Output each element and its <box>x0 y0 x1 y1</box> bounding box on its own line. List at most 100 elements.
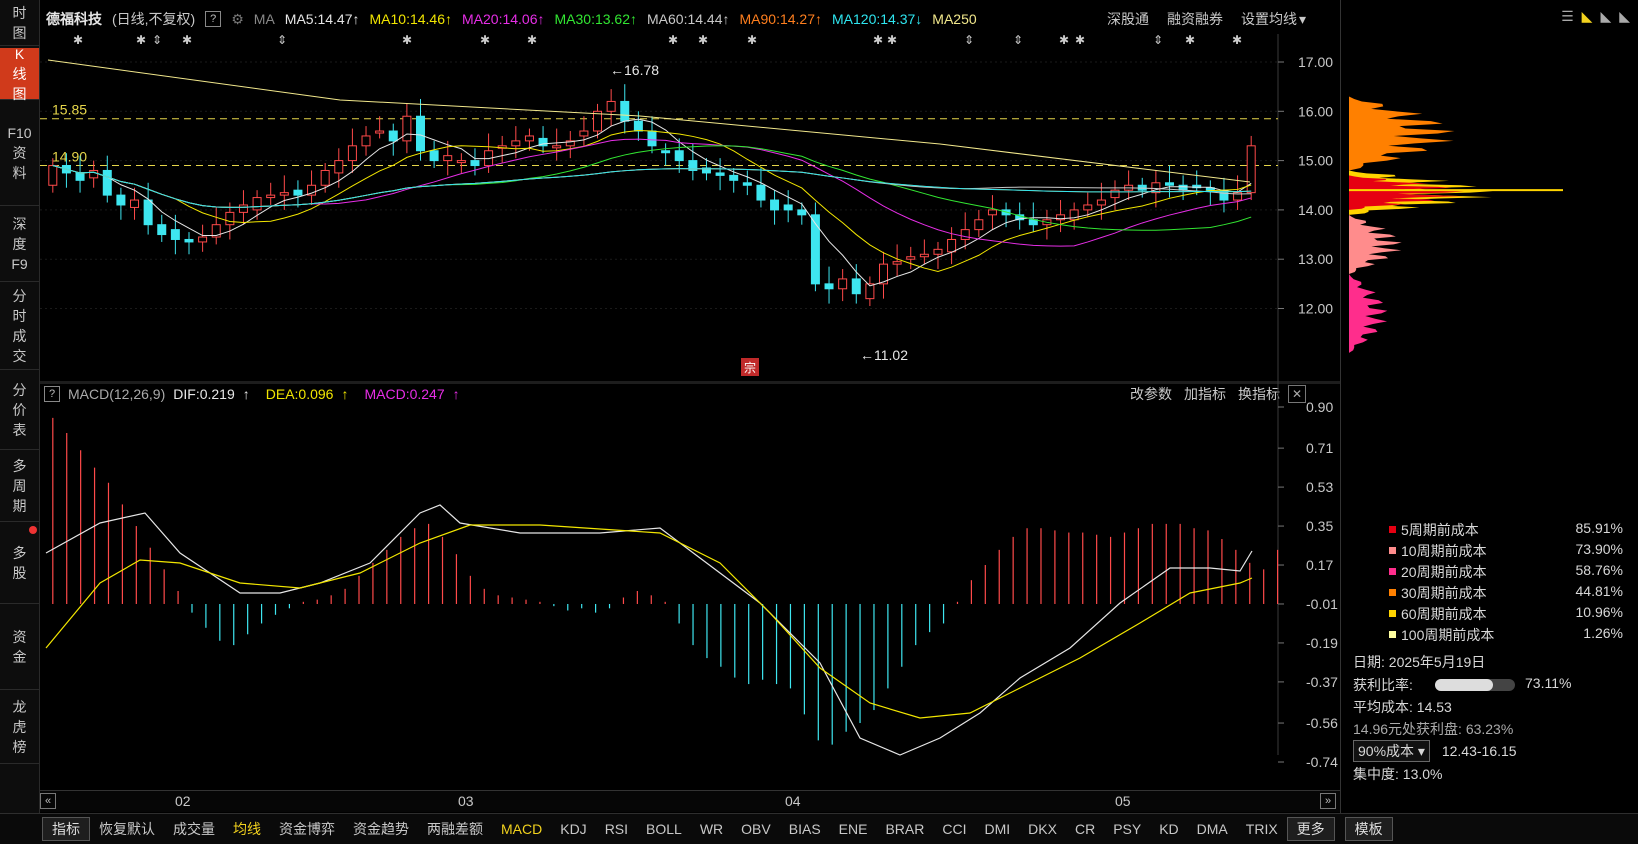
nav-3[interactable]: 深度F9深度F9 <box>0 206 39 282</box>
period-mode: (日线,不复权) <box>112 11 196 27</box>
kline-chart[interactable]: 17.00 16.00 15.00 14.00 13.00 12.00 15.85 14.90… <box>40 34 1340 383</box>
tab-10[interactable]: BOLL <box>637 818 691 840</box>
ma-value: MA90:14.27↑ <box>740 11 823 27</box>
tab-21[interactable]: KD <box>1150 818 1187 840</box>
help-button[interactable]: ? <box>205 11 222 27</box>
star-marker-icon[interactable]: ⇕ <box>1013 34 1023 47</box>
x-label: 03 <box>458 793 474 809</box>
nav-6[interactable]: 多周期多周期 <box>0 450 39 522</box>
updown-marker-icon[interactable]: ✱ <box>402 34 412 47</box>
star-marker-icon[interactable]: ⇕ <box>152 34 162 47</box>
macd-tick-label: 0.17 <box>1306 557 1333 573</box>
candle <box>198 224 208 252</box>
tab-14[interactable]: ENE <box>830 818 877 840</box>
range-value: 12.43-16.15 <box>1441 743 1517 759</box>
tab-2[interactable]: 成交量 <box>164 818 224 840</box>
tab-3[interactable]: 均线 <box>224 818 270 840</box>
tab-6[interactable]: 两融差额 <box>418 818 492 840</box>
tab-15[interactable]: BRAR <box>876 818 933 840</box>
tab-16[interactable]: CCI <box>933 818 975 840</box>
updown-marker-icon[interactable]: ⇕ <box>964 34 974 47</box>
star-marker-icon[interactable]: ✱ <box>873 34 883 47</box>
candle <box>1069 202 1079 230</box>
nav-1[interactable]: K线图K线图 <box>0 46 39 102</box>
star-marker-icon[interactable]: ✱ <box>527 34 537 47</box>
stock-name[interactable]: 德福科技 <box>46 9 102 29</box>
macd-chart[interactable]: 0.90 0.71 0.53 0.35 0.17 -0.01 -0.19 -0.37 -0.56… <box>40 383 1340 789</box>
scroll-left-icon[interactable]: « <box>40 793 56 809</box>
header-link[interactable]: 融资融券 <box>1167 9 1223 29</box>
nav-4[interactable]: 分时成交分时成交 <box>0 282 39 370</box>
list-icon[interactable]: ☰ <box>1561 8 1574 25</box>
tab-8[interactable]: KDJ <box>551 818 595 840</box>
star-marker-icon[interactable]: ✱ <box>480 34 490 47</box>
star-marker-icon[interactable]: ✱ <box>1232 34 1242 47</box>
cost-legend-row: 60周期前成本 10.96% <box>1389 604 1629 624</box>
updown-marker-icon[interactable]: ✱ <box>698 34 708 47</box>
star-marker-icon[interactable]: ✱ <box>73 34 83 47</box>
star-marker-icon[interactable]: ✱ <box>887 34 897 47</box>
tab-25[interactable]: 模板 <box>1344 817 1393 841</box>
arrow-icon: ↑ <box>722 11 730 27</box>
flag-alt-icon[interactable]: ◣ <box>1600 8 1611 25</box>
macd-tick-label: -0.56 <box>1306 715 1338 731</box>
legend-label: 20周期前成本 <box>1401 564 1487 580</box>
candle <box>824 266 834 304</box>
legend-swatch <box>1389 547 1396 554</box>
cost-legend-row: 20周期前成本 58.76% <box>1389 562 1629 582</box>
gear-icon[interactable]: ⚙ <box>231 11 244 28</box>
tab-24[interactable]: 更多 <box>1286 817 1335 841</box>
updown-marker-icon[interactable]: ✱ <box>136 34 146 47</box>
flag-icon[interactable]: ◣ <box>1582 8 1593 25</box>
candle <box>1246 135 1256 201</box>
chevron-down-icon: ▾ <box>1417 743 1425 759</box>
header-link[interactable]: 设置均线 <box>1241 9 1297 29</box>
candle <box>742 170 752 196</box>
tab-22[interactable]: DMA <box>1188 818 1237 840</box>
flag-alt2-icon[interactable]: ◣ <box>1619 8 1630 25</box>
nav-5[interactable]: 分价表分价表 <box>0 370 39 450</box>
tab-20[interactable]: PSY <box>1104 818 1150 840</box>
tab-17[interactable]: DMI <box>975 818 1019 840</box>
star-marker-icon[interactable]: ✱ <box>668 34 678 47</box>
star-marker-icon[interactable]: ✱ <box>1075 34 1085 47</box>
star-marker-icon[interactable]: ✱ <box>182 34 192 47</box>
range-select[interactable]: 90%成本 ▾ <box>1353 740 1430 762</box>
profit-ratio: 获利比率: 73.11% <box>1353 675 1633 695</box>
tab-23[interactable]: TRIX <box>1237 818 1287 840</box>
arrow-icon: ↑ <box>815 11 822 27</box>
cost-legend-row: 5周期前成本 85.91% <box>1389 520 1629 540</box>
nav-0[interactable]: 时图时图 <box>0 0 39 46</box>
tab-1[interactable]: 恢复默认 <box>90 818 164 840</box>
star-marker-icon[interactable]: ⇕ <box>277 34 287 47</box>
ma-value: MA120:14.37↓ <box>832 11 922 27</box>
tab-18[interactable]: DKX <box>1019 818 1066 840</box>
candle <box>715 158 725 191</box>
tab-4[interactable]: 资金博弈 <box>270 818 344 840</box>
tab-9[interactable]: RSI <box>596 818 637 840</box>
tab-19[interactable]: CR <box>1066 818 1104 840</box>
scroll-right-icon[interactable]: » <box>1320 793 1336 809</box>
macd-tick-label: 0.71 <box>1306 440 1333 456</box>
candle <box>361 126 371 156</box>
star-marker-icon[interactable]: ✱ <box>1185 34 1195 47</box>
tab-12[interactable]: OBV <box>732 818 780 840</box>
nav-8[interactable]: 资金资金 <box>0 604 39 690</box>
nav-9[interactable]: 龙虎榜龙虎榜 <box>0 690 39 764</box>
tab-13[interactable]: BIAS <box>780 818 830 840</box>
nav-2[interactable]: F10资料F10资料 <box>0 100 39 206</box>
star-marker-icon[interactable]: ✱ <box>747 34 757 47</box>
indicator-tab-bar: 指标 恢复默认 成交量 均线 资金博弈 资金趋势 两融差额 MACD KDJ RSI BOLL WR O… <box>0 813 1638 844</box>
tab-0[interactable]: 指标 <box>42 817 90 841</box>
star-marker-icon[interactable]: ✱ <box>1059 34 1069 47</box>
header-link[interactable]: 深股通 <box>1107 9 1149 29</box>
tab-7[interactable]: MACD <box>492 818 551 840</box>
tab-5[interactable]: 资金趋势 <box>344 818 418 840</box>
candle <box>211 207 221 245</box>
x-label: 02 <box>175 793 191 809</box>
tab-11[interactable]: WR <box>691 818 732 840</box>
low-price-label: ←11.02 <box>860 347 908 363</box>
ma-text: MA20:14.06 <box>462 11 538 27</box>
nav-7[interactable]: 多股多股 <box>0 522 39 604</box>
updown-marker-icon[interactable]: ⇕ <box>1153 34 1163 47</box>
